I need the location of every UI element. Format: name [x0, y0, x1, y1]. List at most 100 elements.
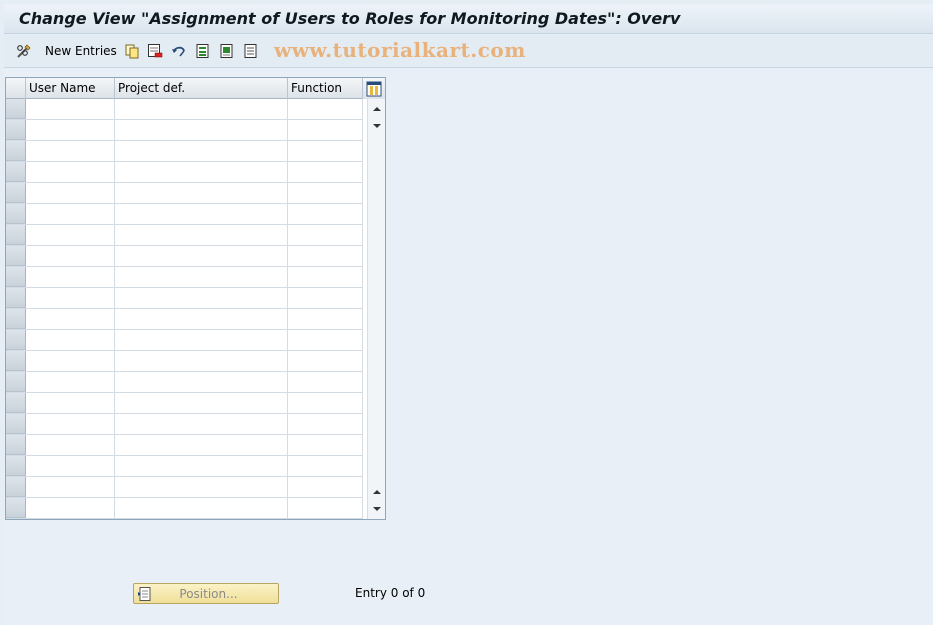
cell-user-name[interactable]: [26, 435, 115, 455]
row-selector[interactable]: [6, 393, 26, 413]
row-selector[interactable]: [6, 141, 26, 161]
row-selector[interactable]: [6, 225, 26, 245]
cell-function[interactable]: [288, 372, 363, 392]
cell-user-name[interactable]: [26, 183, 115, 203]
cell-project-def[interactable]: [115, 267, 288, 287]
cell-function[interactable]: [288, 414, 363, 434]
row-selector[interactable]: [6, 414, 26, 434]
cell-project-def[interactable]: [115, 246, 288, 266]
cell-project-def[interactable]: [115, 204, 288, 224]
cell-project-def[interactable]: [115, 477, 288, 497]
row-selector[interactable]: [6, 204, 26, 224]
cell-user-name[interactable]: [26, 414, 115, 434]
cell-project-def[interactable]: [115, 351, 288, 371]
cell-project-def[interactable]: [115, 309, 288, 329]
cell-user-name[interactable]: [26, 141, 115, 161]
copy-as-button[interactable]: [124, 41, 140, 61]
cell-function[interactable]: [288, 204, 363, 224]
row-selector[interactable]: [6, 162, 26, 182]
cell-project-def[interactable]: [115, 414, 288, 434]
deselect-all-button[interactable]: [243, 41, 259, 61]
delete-button[interactable]: [147, 41, 163, 61]
cell-function[interactable]: [288, 225, 363, 245]
cell-function[interactable]: [288, 351, 363, 371]
cell-function[interactable]: [288, 246, 363, 266]
row-selector[interactable]: [6, 309, 26, 329]
cell-project-def[interactable]: [115, 288, 288, 308]
row-selector[interactable]: [6, 288, 26, 308]
cell-project-def[interactable]: [115, 99, 288, 119]
cell-function[interactable]: [288, 141, 363, 161]
table-row: [6, 183, 363, 204]
cell-project-def[interactable]: [115, 498, 288, 518]
select-all-rows-cell[interactable]: [6, 78, 26, 99]
cell-project-def[interactable]: [115, 183, 288, 203]
row-selector[interactable]: [6, 120, 26, 140]
cell-function[interactable]: [288, 267, 363, 287]
column-header-user-name[interactable]: User Name: [26, 78, 115, 99]
column-header-function[interactable]: Function: [288, 78, 363, 99]
display-change-button[interactable]: [16, 41, 32, 61]
vertical-scrollbar[interactable]: [367, 99, 385, 519]
cell-function[interactable]: [288, 477, 363, 497]
row-selector[interactable]: [6, 246, 26, 266]
cell-user-name[interactable]: [26, 372, 115, 392]
row-selector[interactable]: [6, 435, 26, 455]
cell-project-def[interactable]: [115, 393, 288, 413]
cell-user-name[interactable]: [26, 309, 115, 329]
cell-user-name[interactable]: [26, 162, 115, 182]
cell-user-name[interactable]: [26, 498, 115, 518]
row-selector[interactable]: [6, 267, 26, 287]
cell-project-def[interactable]: [115, 141, 288, 161]
cell-function[interactable]: [288, 330, 363, 350]
cell-project-def[interactable]: [115, 372, 288, 392]
cell-project-def[interactable]: [115, 435, 288, 455]
cell-user-name[interactable]: [26, 204, 115, 224]
cell-function[interactable]: [288, 498, 363, 518]
cell-user-name[interactable]: [26, 456, 115, 476]
cell-user-name[interactable]: [26, 99, 115, 119]
cell-function[interactable]: [288, 435, 363, 455]
row-selector[interactable]: [6, 330, 26, 350]
cell-user-name[interactable]: [26, 267, 115, 287]
row-selector[interactable]: [6, 99, 26, 119]
cell-user-name[interactable]: [26, 351, 115, 371]
undo-change-button[interactable]: [171, 41, 187, 61]
new-entries-button[interactable]: New Entries: [41, 41, 117, 61]
cell-project-def[interactable]: [115, 162, 288, 182]
cell-function[interactable]: [288, 393, 363, 413]
scroll-page-down-icon[interactable]: [372, 121, 382, 131]
row-selector[interactable]: [6, 183, 26, 203]
cell-user-name[interactable]: [26, 246, 115, 266]
scroll-down-icon[interactable]: [372, 504, 382, 514]
row-selector[interactable]: [6, 351, 26, 371]
scroll-up-icon[interactable]: [372, 104, 382, 114]
table-settings-button[interactable]: [363, 78, 385, 99]
select-all-button[interactable]: [195, 41, 211, 61]
cell-project-def[interactable]: [115, 456, 288, 476]
row-selector[interactable]: [6, 477, 26, 497]
cell-user-name[interactable]: [26, 393, 115, 413]
cell-user-name[interactable]: [26, 288, 115, 308]
cell-function[interactable]: [288, 162, 363, 182]
cell-project-def[interactable]: [115, 120, 288, 140]
row-selector[interactable]: [6, 372, 26, 392]
cell-function[interactable]: [288, 99, 363, 119]
cell-user-name[interactable]: [26, 477, 115, 497]
cell-function[interactable]: [288, 120, 363, 140]
cell-function[interactable]: [288, 456, 363, 476]
cell-function[interactable]: [288, 288, 363, 308]
cell-function[interactable]: [288, 309, 363, 329]
select-block-button[interactable]: [219, 41, 235, 61]
scroll-page-up-icon[interactable]: [372, 487, 382, 497]
row-selector[interactable]: [6, 456, 26, 476]
cell-project-def[interactable]: [115, 330, 288, 350]
cell-user-name[interactable]: [26, 225, 115, 245]
row-selector[interactable]: [6, 498, 26, 518]
cell-user-name[interactable]: [26, 330, 115, 350]
cell-project-def[interactable]: [115, 225, 288, 245]
column-header-project-def[interactable]: Project def.: [115, 78, 288, 99]
cell-user-name[interactable]: [26, 120, 115, 140]
cell-function[interactable]: [288, 183, 363, 203]
position-button[interactable]: Position...: [133, 583, 279, 604]
